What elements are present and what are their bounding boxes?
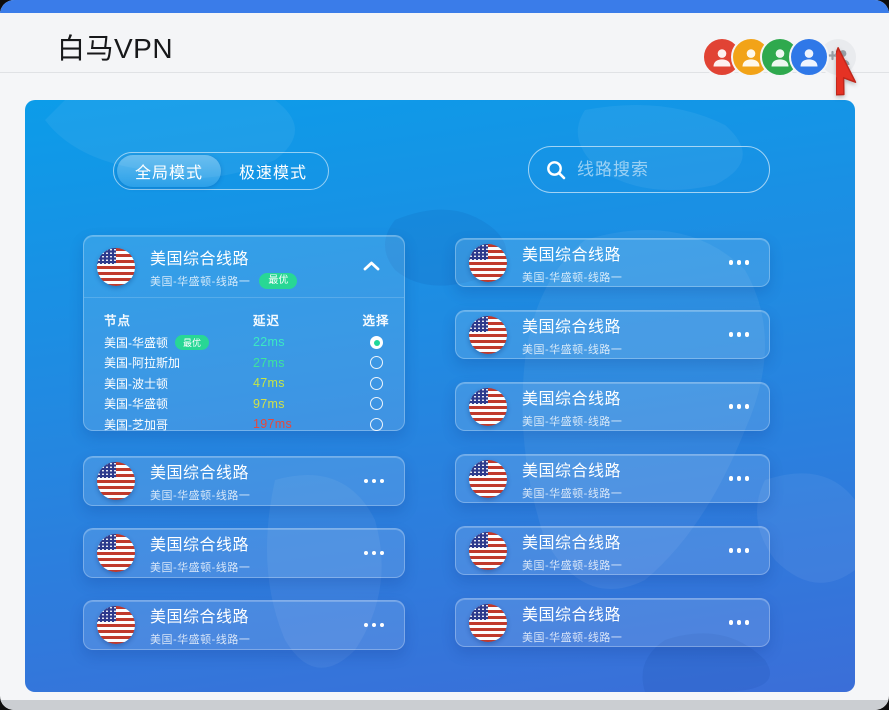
line-card[interactable]: 美国综合线路 美国-华盛顿-线路一 (455, 238, 770, 287)
mode-tab[interactable]: 极速模式 (221, 155, 325, 187)
line-subtitle: 美国-华盛顿-线路一 (522, 559, 623, 572)
line-card[interactable]: 美国综合线路 美国-华盛顿-线路一 (455, 310, 770, 359)
line-card[interactable]: 美国综合线路 美国-华盛顿-线路一 (455, 598, 770, 647)
more-options-button[interactable] (725, 398, 749, 415)
node-row[interactable]: 美国-阿拉斯加 27ms (104, 353, 384, 374)
us-flag-icon (469, 387, 507, 426)
more-options-button[interactable] (725, 326, 749, 343)
person-icon (800, 49, 818, 67)
line-subtitle: 美国-华盛顿-线路一 (150, 275, 251, 288)
line-subtitle: 美国-华盛顿-线路一 (522, 487, 623, 500)
user-avatar[interactable] (789, 37, 829, 77)
line-card[interactable]: 美国综合线路 美国-华盛顿-线路一 (83, 600, 405, 650)
line-title: 美国综合线路 (150, 250, 250, 268)
avatar-group (702, 37, 858, 77)
node-delay: 197ms (253, 417, 293, 432)
line-card[interactable]: 美国综合线路 美国-华盛顿-线路一 (455, 454, 770, 503)
column-delay: 延迟 (253, 313, 281, 328)
more-options-button[interactable] (360, 617, 384, 634)
more-options-button[interactable] (725, 542, 749, 559)
us-flag-icon (469, 243, 507, 282)
line-subtitle: 美国-华盛顿-线路一 (522, 631, 623, 644)
line-card[interactable]: 美国综合线路 美国-华盛顿-线路一 (455, 382, 770, 431)
expanded-card-header: 美国综合线路 美国-华盛顿-线路一 最优 (84, 236, 404, 298)
line-subtitle: 美国-华盛顿-线路一 (150, 490, 251, 502)
mode-tab[interactable]: 全局模式 (117, 155, 222, 187)
node-delay: 97ms (253, 396, 285, 411)
node-name: 美国-阿拉斯加 (104, 356, 180, 371)
node-name: 美国-芝加哥 (104, 417, 168, 432)
node-name: 美国-华盛顿 (104, 397, 168, 412)
us-flag-icon (97, 247, 135, 286)
add-user-icon (827, 50, 850, 65)
app-window: 白马VPN 全局模式 极速模式 线路搜索 美国综合线路 美国-华盛顿-线路一 最… (0, 0, 889, 710)
more-options-button[interactable] (725, 614, 749, 631)
line-title: 美国综合线路 (522, 534, 622, 552)
line-title: 美国综合线路 (522, 390, 622, 408)
us-flag-icon (469, 315, 507, 354)
node-table: 节点 延迟 选择 美国-华盛顿 最优 22ms 美国-阿拉斯加 27ms 美国-… (84, 298, 404, 435)
line-title: 美国综合线路 (150, 465, 250, 482)
vpn-panel: 全局模式 极速模式 美国综合线路 美国-华盛顿-线路一 (25, 100, 855, 692)
node-delay: 22ms (253, 335, 285, 350)
search-icon (547, 160, 566, 179)
node-row[interactable]: 美国-芝加哥 197ms (104, 414, 384, 435)
line-subtitle: 美国-华盛顿-线路一 (150, 562, 251, 574)
line-subtitle: 美国-华盛顿-线路一 (522, 343, 623, 356)
window-titlebar (0, 0, 889, 13)
more-options-button[interactable] (360, 545, 384, 562)
us-flag-icon (97, 606, 135, 644)
line-list-left: 美国综合线路 美国-华盛顿-线路一 最优 节点 延迟 选择 美国-华盛顿 最优 … (83, 235, 405, 672)
line-subtitle: 美国-华盛顿-线路一 (522, 271, 623, 284)
line-card[interactable]: 美国综合线路 美国-华盛顿-线路一 (83, 456, 405, 506)
us-flag-icon (97, 534, 135, 572)
mode-tabs: 全局模式 极速模式 (113, 152, 330, 190)
search-box[interactable] (528, 146, 770, 193)
us-flag-icon (469, 603, 507, 642)
us-flag-icon (469, 459, 507, 498)
more-options-button[interactable] (725, 254, 749, 271)
line-title: 美国综合线路 (522, 606, 622, 624)
node-delay: 47ms (253, 376, 285, 391)
node-name: 美国-波士顿 (104, 376, 168, 391)
node-name: 美国-华盛顿 (104, 335, 168, 350)
line-card[interactable]: 美国综合线路 美国-华盛顿-线路一 (83, 528, 405, 578)
search-input[interactable] (577, 159, 753, 180)
line-subtitle: 美国-华盛顿-线路一 (150, 634, 251, 646)
node-radio[interactable] (369, 417, 383, 431)
node-delay: 27ms (253, 355, 285, 370)
line-title: 美国综合线路 (522, 246, 622, 264)
node-table-header: 节点 延迟 选择 (104, 306, 389, 332)
us-flag-icon (469, 531, 507, 570)
chevron-up-icon (363, 261, 380, 271)
window-bottom-edge (0, 700, 889, 710)
node-row[interactable]: 美国-华盛顿 最优 22ms (104, 332, 384, 353)
collapse-button[interactable] (359, 255, 384, 278)
optimal-badge: 最优 (259, 272, 298, 289)
us-flag-icon (97, 462, 135, 500)
line-card[interactable]: 美国综合线路 美国-华盛顿-线路一 (455, 526, 770, 575)
more-options-button[interactable] (725, 470, 749, 487)
column-select: 选择 (362, 313, 390, 328)
app-title: 白马VPN (57, 33, 174, 64)
line-subtitle: 美国-华盛顿-线路一 (522, 415, 623, 428)
node-radio[interactable] (369, 335, 383, 349)
line-list-right: 美国综合线路 美国-华盛顿-线路一 美国综合线路 美国-华盛顿-线路一 美国综合… (455, 238, 770, 670)
node-row[interactable]: 美国-华盛顿 97ms (104, 394, 384, 415)
node-radio[interactable] (369, 397, 383, 411)
app-header: 白马VPN (0, 13, 889, 77)
line-card-expanded[interactable]: 美国综合线路 美国-华盛顿-线路一 最优 节点 延迟 选择 美国-华盛顿 最优 … (83, 235, 405, 432)
column-node: 节点 (104, 313, 132, 328)
line-title: 美国综合线路 (150, 609, 250, 626)
line-title: 美国综合线路 (150, 537, 250, 554)
node-radio[interactable] (369, 376, 383, 390)
node-radio[interactable] (369, 356, 383, 370)
line-title: 美国综合线路 (522, 318, 622, 336)
optimal-badge: 最优 (175, 334, 210, 350)
more-options-button[interactable] (360, 473, 384, 490)
node-row[interactable]: 美国-波士顿 47ms (104, 373, 384, 394)
line-title: 美国综合线路 (522, 462, 622, 480)
